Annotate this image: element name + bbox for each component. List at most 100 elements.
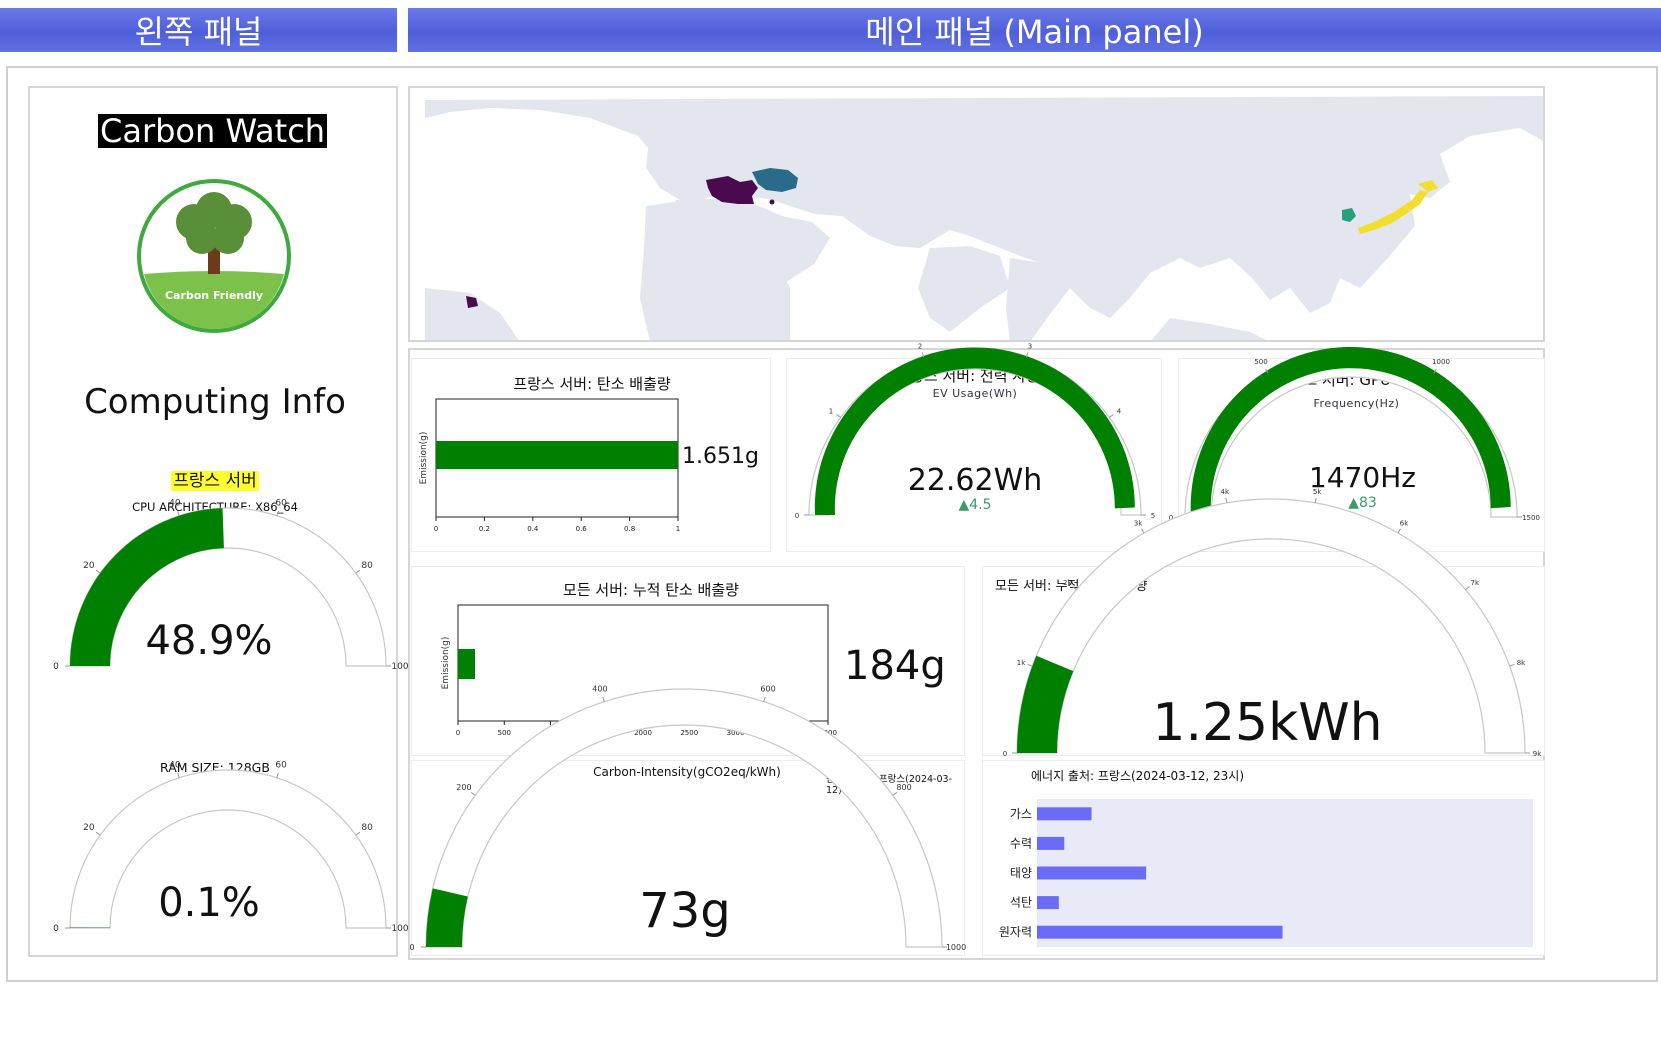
gauge-tick-label: 200 [456, 783, 471, 792]
gauge-tick [355, 831, 361, 836]
gauge-tick-label: 800 [896, 783, 911, 792]
map-corsica [769, 199, 775, 205]
axis-tick-label: 2500 [680, 729, 698, 737]
gauge-tick-label: 400 [592, 684, 607, 693]
energy-bar [1037, 866, 1147, 880]
gauge-tick-label: 600 [760, 684, 775, 693]
axis-tick-label: 0 [434, 525, 438, 533]
gauge-tick [95, 569, 101, 574]
gauge-tick [1109, 414, 1114, 418]
all-power-card: 모든 서버: 누적 전력 사용량 0 1k 2k 3k 4k 5k 6k 7k 8k 9k 1.2… [982, 488, 1545, 758]
gauge-tick [1027, 663, 1033, 667]
axis-tick-label: 0.8 [624, 525, 635, 533]
gauge-tick-label: 60 [275, 498, 287, 508]
gauge-tick-label: 80 [361, 561, 373, 571]
badge-label: Carbon Friendly [165, 289, 263, 302]
gauge-tick-label: 4k [1221, 488, 1230, 496]
gauge-tick-label: 1000 [946, 943, 966, 952]
gauge-tick-label: 1500 [1522, 514, 1540, 522]
emission-bar [436, 441, 678, 469]
axis-tick-label: 0.6 [576, 525, 588, 533]
gauge-tick [892, 792, 898, 796]
energy-source-card: 에너지 출처: 프랑스(2024-03-12, 23시) 가스 수력 태양 석탄 원자력 [982, 760, 1545, 956]
gauge-tick [836, 414, 841, 418]
gauge-tick-label: 40 [169, 760, 181, 770]
axis-tick-label: 0.4 [527, 525, 539, 533]
gauge-tick-label: 7k [1471, 579, 1480, 587]
france-power-delta: ▲4.5 [958, 497, 992, 513]
energy-source-chart: 가스수력태양석탄원자력 [999, 799, 1533, 947]
computing-info-title: Computing Info [84, 382, 346, 422]
gauge-tick [1465, 586, 1470, 591]
cpu-usage-value: 48.9% [145, 618, 273, 664]
gauge-tick-label: 100 [391, 924, 408, 934]
gauge-tick-label: 4 [1117, 407, 1122, 415]
axis-tick-label: 0 [456, 729, 460, 737]
carbon-friendly-badge: Carbon Friendly [137, 179, 291, 333]
gauge-tick-label: 20 [83, 561, 95, 571]
gauge-tick [1509, 663, 1515, 667]
world-map-svg [410, 88, 1543, 340]
category-label: 수력 [1010, 836, 1032, 850]
world-map[interactable] [408, 86, 1545, 342]
gauge-tick-label: 60 [275, 760, 287, 770]
gauge-tick [355, 569, 361, 574]
gauge-tick [1072, 586, 1077, 591]
category-label: 석탄 [1010, 896, 1032, 910]
france-emission-card: 프랑스 서버: 탄소 배출량 0 0.2 0.4 0.6 0.8 1 Emission(g)… [411, 358, 771, 552]
energy-bar [1037, 925, 1283, 939]
y-axis-label: Emission(g) [441, 637, 451, 690]
gauge-tick-label: 2 [918, 343, 922, 351]
gauge-tick-label: 5 [1151, 512, 1155, 520]
all-emission-value: 184g [844, 643, 946, 689]
gauge-tick-label: 5k [1313, 488, 1322, 496]
gauge-tick-label: 6k [1400, 520, 1409, 528]
gauge-tick-label: 100 [391, 662, 408, 672]
gauge-tick-label: 3 [1028, 343, 1032, 351]
gauge-tick-label: 0 [795, 512, 799, 520]
server-label-wrap: 프랑스 서버 [30, 466, 400, 491]
category-label: 가스 [1010, 807, 1032, 821]
all-power-value: 1.25kWh [1152, 693, 1383, 753]
axis-tick-label: 0.2 [479, 525, 490, 533]
france-power-gauge: 0 1 2 3 4 5 [795, 343, 1155, 520]
france-gpu-value: 1470Hz [1308, 461, 1416, 494]
gauge-tick-label: 8k [1517, 659, 1526, 667]
gauge-tick [470, 792, 476, 796]
category-label: 태양 [1010, 866, 1032, 880]
gauge-tick-label: 2k [1063, 579, 1072, 587]
axis-tick-label: 500 [498, 729, 511, 737]
emission-value-label: 1.651g [682, 444, 759, 469]
category-label: 원자력 [999, 925, 1032, 939]
left-panel-title: 왼쪽 패널 [134, 13, 263, 51]
left-panel: Carbon Watch Carbon Friendly Computing I… [28, 86, 409, 957]
france-power-value: 22.62Wh [907, 463, 1043, 498]
france-power-card: 프랑스 서버: 전력 사용량 EV Usage(Wh) 012345 22.62… [786, 343, 1162, 552]
ram-usage-value: 0.1% [158, 880, 260, 926]
gauge-tick-label: 1000 [1432, 358, 1450, 366]
energy-bar [1037, 896, 1059, 910]
energy-bar [1037, 807, 1092, 821]
gauge-tick [95, 831, 101, 836]
main-panel-header: 메인 패널 (Main panel) [408, 8, 1661, 52]
france-emission-chart: 0 0.2 0.4 0.6 0.8 1 Emission(g) 1.651g [419, 398, 759, 533]
gauge-tick-label: 80 [361, 823, 373, 833]
left-panel-header: 왼쪽 패널 [0, 8, 397, 52]
carbon-intensity-card: Carbon-Intensity(gCO2eq/kWh) 탄소 밀집도: 프랑스… [409, 684, 966, 956]
main-panel-title: 메인 패널 (Main panel) [865, 13, 1204, 51]
energy-bar [1037, 836, 1065, 850]
gauge-tick-label: 1 [829, 407, 833, 415]
gauge-tick-label: 500 [1254, 358, 1267, 366]
app-title: Carbon Watch [98, 112, 328, 150]
emission-bar [458, 649, 476, 679]
axis-tick-label: 1 [676, 525, 680, 533]
gauge-tick-label: 20 [83, 823, 95, 833]
gauge-tick-label: 3k [1134, 520, 1143, 528]
gauge-tick-label: 0 [409, 943, 414, 952]
server-label: 프랑스 서버 [171, 471, 259, 491]
gauge-tick-label: 1k [1017, 659, 1026, 667]
all-emission-card: 모든 서버: 누적 탄소 배출량 05001000150020002500300… [411, 566, 965, 756]
carbon-intensity-value: 73g [639, 883, 731, 939]
y-axis-label: Emission(g) [419, 432, 429, 485]
gauge-tick-label: 40 [169, 498, 181, 508]
